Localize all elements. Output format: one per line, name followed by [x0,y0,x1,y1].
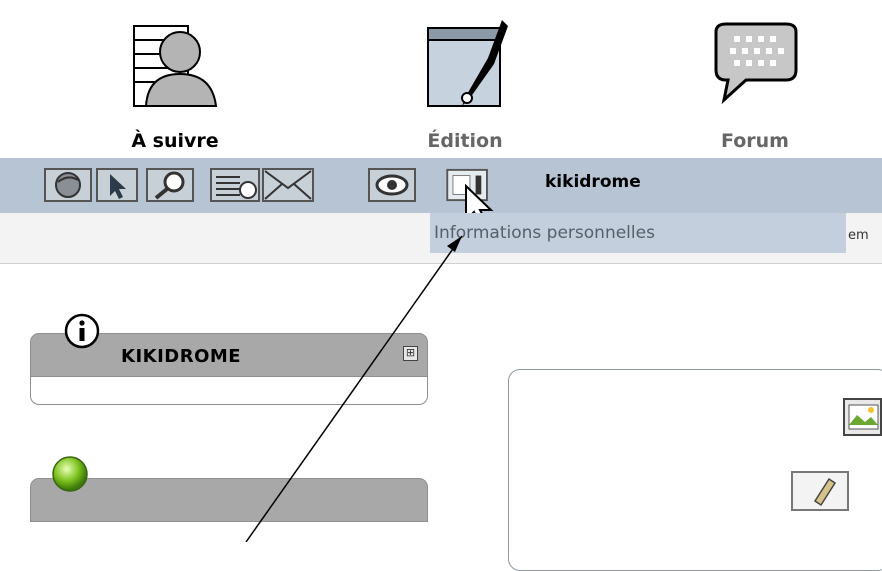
annotation-arrow [245,235,463,542]
